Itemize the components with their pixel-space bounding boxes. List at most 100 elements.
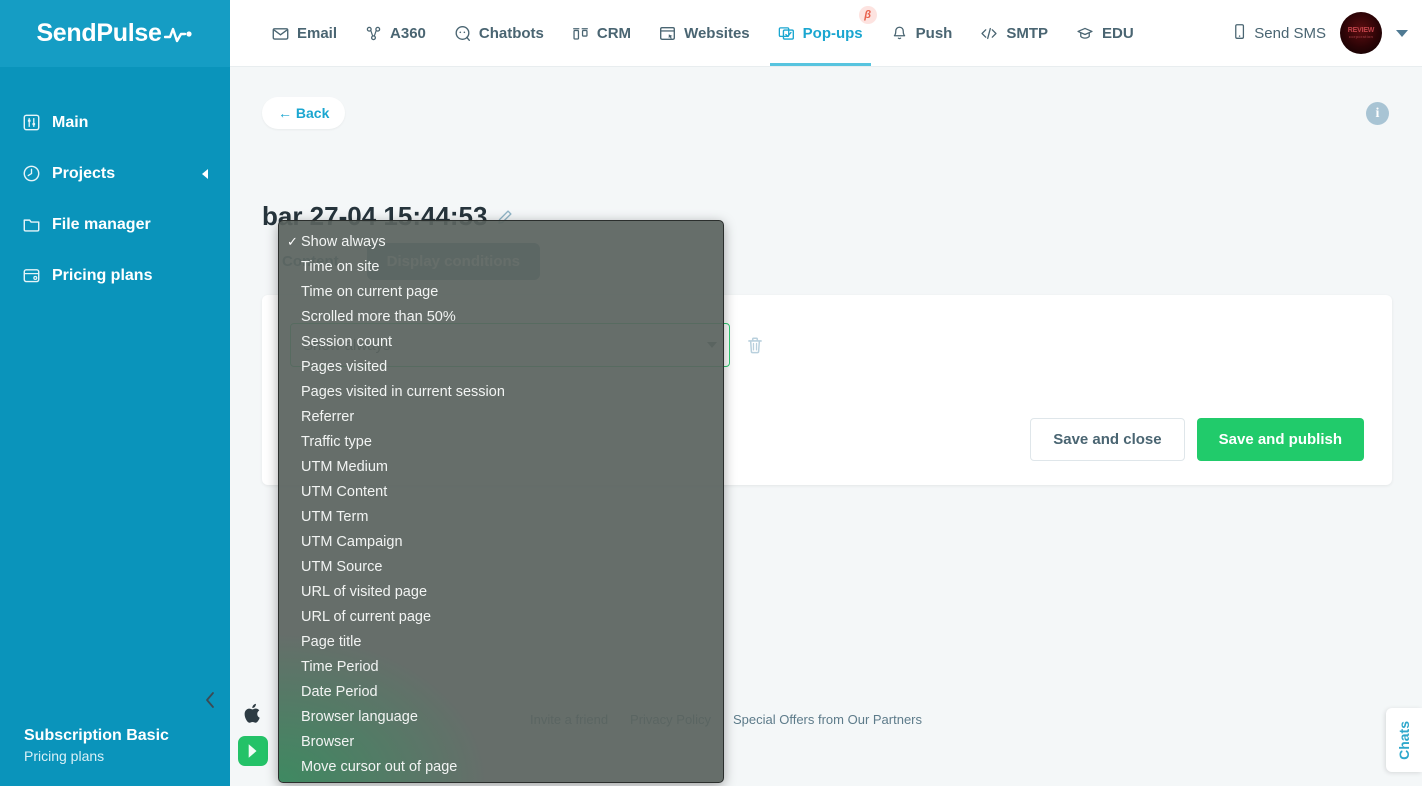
nav-items: Email A360 Chatbots CRM Websites Pop-ups… — [230, 0, 1148, 66]
sidebar-items: Main Projects File manager Pricing plans — [0, 67, 230, 301]
dropdown-option-label: Pages visited in current session — [301, 383, 505, 400]
dropdown-option-label: UTM Source — [301, 558, 383, 575]
check-icon: ✓ — [287, 233, 298, 249]
save-and-close-button[interactable]: Save and close — [1030, 418, 1185, 461]
dropdown-option[interactable]: Move cursor out of page — [279, 754, 723, 779]
dropdown-option-label: UTM Campaign — [301, 533, 403, 550]
sidebar-item-pricing-plans[interactable]: Pricing plans — [0, 250, 230, 301]
dropdown-option[interactable]: Scrolled more than 50% — [279, 304, 723, 329]
chevron-down-icon[interactable] — [1396, 29, 1408, 37]
nav-label: Push — [915, 24, 953, 42]
brand-logo-text: SendPulse — [36, 19, 162, 47]
dropdown-option-label: URL of current page — [301, 608, 432, 625]
dropdown-option[interactable]: UTM Campaign — [279, 529, 723, 554]
dropdown-option[interactable]: Page title — [279, 629, 723, 654]
dropdown-option-label: Show always — [301, 233, 386, 250]
clock-icon — [22, 164, 52, 183]
nav-label: Pop-ups — [802, 24, 863, 42]
sliders-icon — [22, 113, 52, 132]
sidebar-item-projects[interactable]: Projects — [0, 148, 230, 199]
nav-item-popups[interactable]: Pop-ups β — [764, 0, 877, 66]
dropdown-option-label: URL of visited page — [301, 583, 428, 600]
nav-right-section: Send SMS REVIEW corporation — [1232, 0, 1422, 66]
nav-item-push[interactable]: Push — [877, 0, 967, 66]
sidebar-item-file-manager[interactable]: File manager — [0, 199, 230, 250]
sidebar-item-label: Main — [52, 113, 89, 131]
dropdown-option-label: Page title — [301, 633, 362, 650]
nav-item-chatbots[interactable]: Chatbots — [440, 0, 558, 66]
back-button[interactable]: ← Back — [262, 97, 346, 129]
dropdown-option-label: UTM Content — [301, 483, 388, 500]
send-sms-label: Send SMS — [1254, 24, 1326, 42]
nav-item-email[interactable]: Email — [258, 0, 351, 66]
chevron-left-icon — [202, 168, 208, 179]
dropdown-option[interactable]: Time on site — [279, 254, 723, 279]
dropdown-option[interactable]: Date Period — [279, 679, 723, 704]
dropdown-option-label: Session count — [301, 333, 393, 350]
dropdown-option[interactable]: URL of current page — [279, 604, 723, 629]
folder-icon — [22, 215, 52, 234]
dropdown-option[interactable]: Time Period — [279, 654, 723, 679]
dropdown-option-label: Date Period — [301, 683, 378, 700]
subscription-pricing-link[interactable]: Pricing plans — [24, 748, 206, 764]
dropdown-option[interactable]: Referrer — [279, 404, 723, 429]
save-and-publish-button[interactable]: Save and publish — [1196, 418, 1364, 461]
dropdown-option[interactable]: Browser — [279, 729, 723, 754]
automation-icon — [365, 25, 382, 42]
dropdown-option-label: UTM Medium — [301, 458, 389, 475]
beta-badge: β — [858, 6, 877, 24]
nav-item-websites[interactable]: Websites — [645, 0, 764, 66]
dropdown-option[interactable]: UTM Medium — [279, 454, 723, 479]
dropdown-option[interactable]: Session count — [279, 329, 723, 354]
dropdown-option-label: Traffic type — [301, 433, 372, 450]
dropdown-option-label: Time on current page — [301, 283, 439, 300]
sidebar-item-label: File manager — [52, 215, 151, 233]
dropdown-option[interactable]: Time on current page — [279, 279, 723, 304]
condition-dropdown-menu[interactable]: ✓ Show always Time on site Time on current … — [278, 220, 724, 783]
sidebar-item-main[interactable]: Main — [0, 97, 230, 148]
sidebar: Main Projects File manager Pricing plans… — [0, 67, 230, 786]
info-icon[interactable]: i — [1366, 102, 1389, 125]
brand-logo[interactable]: SendPulse — [0, 0, 230, 67]
dropdown-option[interactable]: UTM Source — [279, 554, 723, 579]
subscription-block: Subscription Basic Pricing plans — [0, 727, 230, 764]
nav-label: CRM — [596, 24, 632, 42]
dropdown-option-label: UTM Term — [301, 508, 369, 525]
dropdown-option[interactable]: UTM Term — [279, 504, 723, 529]
nav-label: SMTP — [1006, 24, 1049, 42]
sidebar-collapse-button[interactable] — [198, 688, 222, 712]
nav-item-a360[interactable]: A360 — [351, 0, 440, 66]
google-play-badge[interactable] — [238, 736, 268, 766]
delete-condition-button[interactable] — [746, 336, 764, 355]
dropdown-option[interactable]: Traffic type — [279, 429, 723, 454]
nav-item-crm[interactable]: CRM — [558, 0, 645, 66]
nav-item-smtp[interactable]: SMTP — [966, 0, 1062, 66]
send-sms-button[interactable]: Send SMS — [1232, 23, 1326, 44]
dropdown-option-label: Scrolled more than 50% — [301, 308, 456, 325]
envelope-icon — [272, 25, 289, 42]
pulse-icon — [163, 25, 194, 43]
footer-link-special-offers[interactable]: Special Offers from Our Partners — [733, 712, 922, 727]
dropdown-option[interactable]: UTM Content — [279, 479, 723, 504]
dropdown-option-label: Browser — [301, 733, 355, 750]
graduation-cap-icon — [1076, 25, 1094, 42]
nav-label: A360 — [390, 24, 426, 42]
dropdown-option[interactable]: URL of visited page — [279, 579, 723, 604]
nav-label: EDU — [1102, 24, 1134, 42]
avatar-sub: corporation — [1348, 33, 1374, 39]
dropdown-option[interactable]: Pages visited — [279, 354, 723, 379]
dropdown-option[interactable]: ✓ Show always — [279, 229, 723, 254]
dropdown-option[interactable]: Pages visited in current session — [279, 379, 723, 404]
top-navigation-bar: SendPulse Email A360 Chatbots CRM Websit… — [0, 0, 1422, 67]
chats-widget-label: Chats — [1396, 720, 1412, 760]
dropdown-option-label: Browser language — [301, 708, 418, 725]
bell-icon — [891, 25, 908, 42]
dropdown-option[interactable]: Browser language — [279, 704, 723, 729]
nav-item-edu[interactable]: EDU — [1062, 0, 1148, 66]
chats-widget-tab[interactable]: Chats — [1386, 708, 1422, 772]
apple-app-store-badge[interactable] — [238, 698, 268, 728]
avatar[interactable]: REVIEW corporation — [1340, 12, 1382, 54]
mobile-phone-icon — [1232, 23, 1247, 44]
code-icon — [980, 25, 998, 42]
dropdown-option-label: Pages visited — [301, 358, 388, 375]
